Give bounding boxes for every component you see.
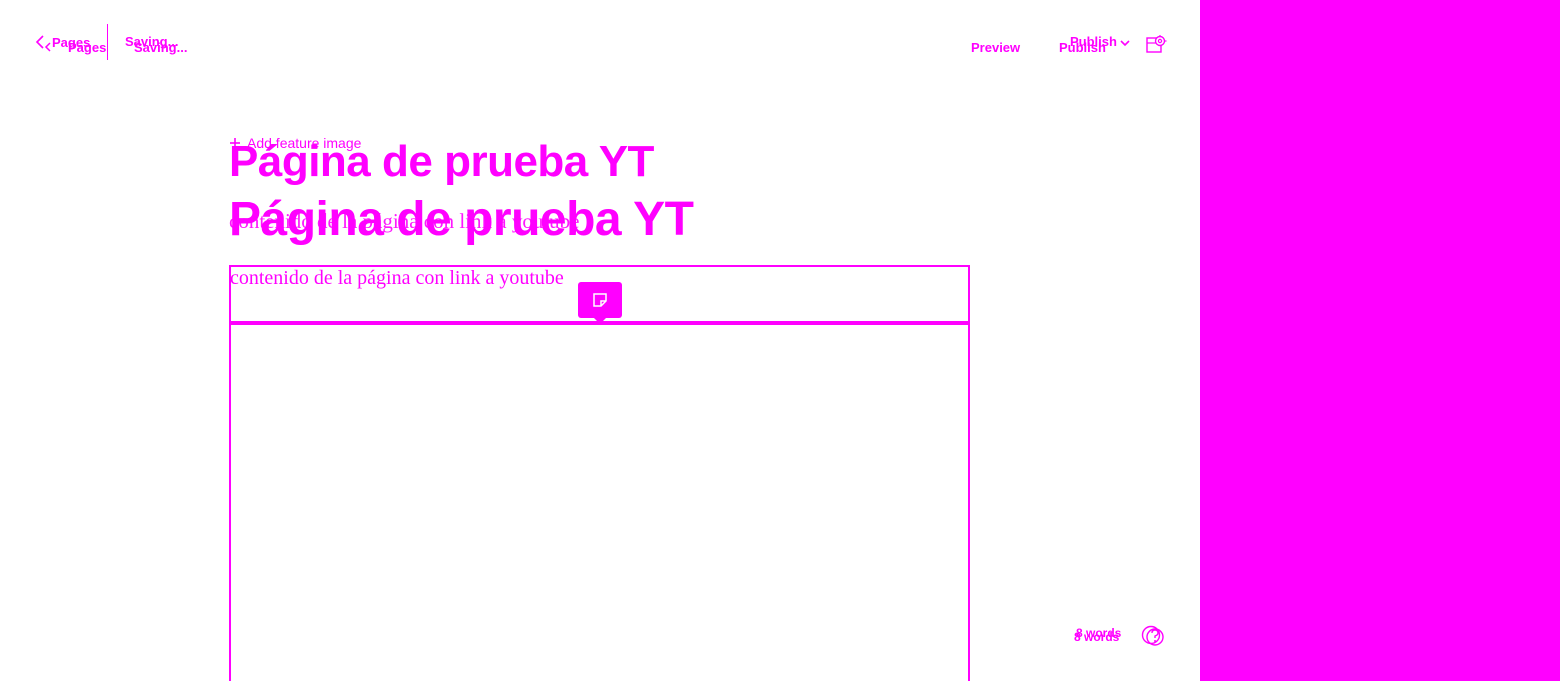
publish-label-ghost: Publish — [1059, 40, 1106, 55]
preview-button[interactable]: Preview — [971, 40, 1020, 55]
chevron-left-icon — [44, 42, 51, 52]
help-button[interactable] — [1140, 624, 1166, 648]
settings-sidebar — [1200, 0, 1560, 681]
embed-card[interactable] — [229, 323, 970, 681]
help-icon — [1141, 625, 1164, 646]
body-text-ghost: contenido de la página con link a youtub… — [229, 209, 580, 233]
page-title-input[interactable]: Página de prueba YT — [229, 140, 654, 184]
back-to-pages-link[interactable]: Pages Pages — [34, 33, 107, 55]
back-label-ghost: Pages — [68, 40, 107, 55]
body-text[interactable]: contenido de la página con link a youtub… — [230, 267, 564, 290]
chevron-down-icon — [1120, 40, 1130, 47]
header-divider — [107, 24, 108, 60]
publish-button[interactable]: Publish Publish — [1058, 32, 1134, 56]
settings-panel-button[interactable] — [1144, 32, 1168, 56]
save-status-ghost: Saving... — [134, 40, 188, 55]
word-count-ghost: 8 words — [1074, 630, 1120, 644]
snippet-icon — [593, 293, 607, 307]
save-snippet-button[interactable] — [578, 282, 622, 324]
settings-panel-icon — [1146, 35, 1167, 53]
